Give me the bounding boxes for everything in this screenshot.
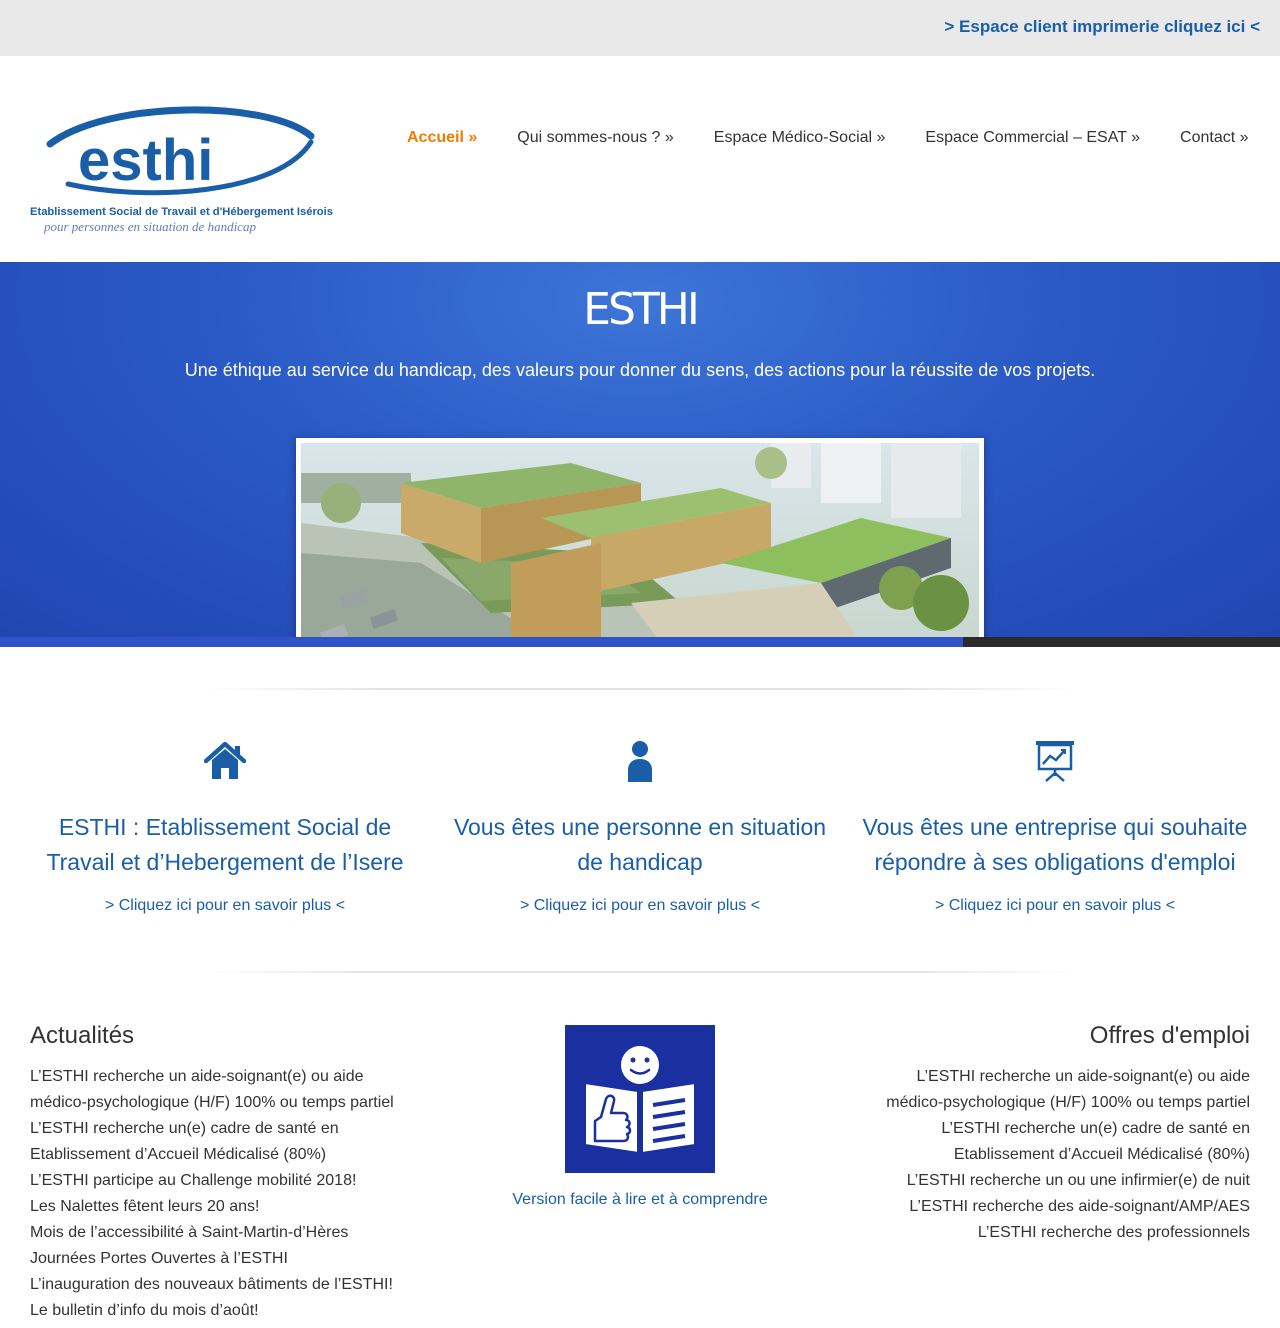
- news-link[interactable]: Le bulletin d’info du mois d’août!: [30, 1302, 259, 1319]
- list-item: L’ESTHI recherche des professionnels: [870, 1220, 1250, 1246]
- hero-title: ESTHI: [583, 284, 700, 335]
- list-item: L’ESTHI participe au Challenge mobilité …: [30, 1168, 410, 1194]
- jobs-list: L’ESTHI recherche un aide-soignant(e) ou…: [870, 1064, 1250, 1246]
- job-link[interactable]: L’ESTHI recherche des professionnels: [978, 1224, 1250, 1241]
- list-item: L’inauguration des nouveaux bâtiments de…: [30, 1272, 410, 1298]
- home-icon: [25, 738, 425, 784]
- feature-person-handicap: Vous êtes une personne en situation de h…: [440, 738, 840, 915]
- main-nav: Accueil » Qui sommes-nous ? » Espace Méd…: [407, 129, 1249, 147]
- presentation-chart-icon: [855, 738, 1255, 784]
- news-link[interactable]: Journées Portes Ouvertes à l’ESTHI: [30, 1250, 288, 1267]
- list-item: L’ESTHI recherche un(e) cadre de santé e…: [30, 1116, 410, 1168]
- list-item: Les Nalettes fêtent leurs 20 ans!: [30, 1194, 410, 1220]
- news-link[interactable]: L’ESTHI recherche un aide-soignant(e) ou…: [30, 1068, 394, 1111]
- esthi-logo[interactable]: esthi Etablissement Social de Travail et…: [28, 102, 333, 237]
- news-link[interactable]: Les Nalettes fêtent leurs 20 ans!: [30, 1198, 259, 1215]
- hero-building-image: [296, 438, 984, 637]
- job-link[interactable]: L’ESTHI recherche un(e) cadre de santé e…: [941, 1120, 1250, 1163]
- feature-title: Vous êtes une personne en situation de h…: [453, 814, 827, 875]
- nav-espace-commercial[interactable]: Espace Commercial – ESAT »: [925, 129, 1140, 147]
- list-item: L’ESTHI recherche un(e) cadre de santé e…: [870, 1116, 1250, 1168]
- list-item: Journées Portes Ouvertes à l’ESTHI: [30, 1246, 410, 1272]
- list-item: L’ESTHI recherche des aide-soignant/AMP/…: [870, 1194, 1250, 1220]
- news-list: L’ESTHI recherche un aide-soignant(e) ou…: [30, 1064, 410, 1324]
- feature-esthi: ESTHI : Etablissement Social de Travail …: [25, 738, 425, 915]
- person-icon: [440, 738, 840, 784]
- news-title: Actualités: [30, 1022, 135, 1049]
- svg-text:pour personnes en situation de: pour personnes en situation de handicap: [43, 219, 256, 234]
- section-divider: [205, 971, 1075, 973]
- feature-entreprise: Vous êtes une entreprise qui souhaite ré…: [855, 738, 1255, 915]
- hero-banner: ESTHI Une éthique au service du handicap…: [0, 262, 1280, 637]
- easy-read-icon: [584, 1046, 696, 1155]
- svg-text:Etablissement Social de Travai: Etablissement Social de Travail et d'Héb…: [30, 206, 333, 218]
- news-link[interactable]: L’ESTHI recherche un(e) cadre de santé e…: [30, 1120, 339, 1163]
- easy-read-link[interactable]: Version facile à lire et à comprendre: [440, 1191, 840, 1209]
- hero-subtitle: Une éthique au service du handicap, des …: [184, 360, 1096, 380]
- news-link[interactable]: Mois de l’accessibilité à Saint-Martin-d…: [30, 1224, 348, 1241]
- news-link[interactable]: L’ESTHI participe au Challenge mobilité …: [30, 1172, 356, 1189]
- client-space-link[interactable]: > Espace client imprimerie cliquez ici <: [944, 17, 1260, 37]
- easy-read-logo[interactable]: [565, 1025, 715, 1173]
- list-item: L’ESTHI recherche un aide-soignant(e) ou…: [30, 1064, 410, 1116]
- slider-progress-fill: [0, 637, 963, 647]
- feature-title: Vous êtes une entreprise qui souhaite ré…: [862, 814, 1248, 875]
- header: esthi Etablissement Social de Travail et…: [0, 56, 1280, 262]
- top-bar: > Espace client imprimerie cliquez ici <: [0, 0, 1280, 56]
- job-link[interactable]: L’ESTHI recherche des aide-soignant/AMP/…: [909, 1198, 1250, 1215]
- nav-qui-sommes-nous[interactable]: Qui sommes-nous ? »: [517, 129, 674, 147]
- job-link[interactable]: L’ESTHI recherche un ou une infirmier(e)…: [907, 1172, 1250, 1189]
- slider-progress-bar: [0, 637, 1280, 647]
- section-divider: [205, 688, 1075, 690]
- feature-more-link[interactable]: > Cliquez ici pour en savoir plus <: [25, 897, 425, 915]
- svg-text:esthi: esthi: [78, 128, 213, 193]
- jobs-title: Offres d'emploi: [1089, 1022, 1250, 1049]
- nav-accueil[interactable]: Accueil »: [407, 129, 477, 147]
- nav-espace-medico-social[interactable]: Espace Médico-Social »: [714, 129, 886, 147]
- list-item: L’ESTHI recherche un ou une infirmier(e)…: [870, 1168, 1250, 1194]
- news-link[interactable]: L’inauguration des nouveaux bâtiments de…: [30, 1276, 393, 1293]
- feature-title: ESTHI : Etablissement Social de Travail …: [46, 814, 404, 875]
- job-link[interactable]: L’ESTHI recherche un aide-soignant(e) ou…: [886, 1068, 1250, 1111]
- list-item: Mois de l’accessibilité à Saint-Martin-d…: [30, 1220, 410, 1246]
- nav-contact[interactable]: Contact »: [1180, 129, 1248, 147]
- feature-more-link[interactable]: > Cliquez ici pour en savoir plus <: [855, 897, 1255, 915]
- list-item: L’ESTHI recherche un aide-soignant(e) ou…: [870, 1064, 1250, 1116]
- list-item: Le bulletin d’info du mois d’août!: [30, 1298, 410, 1324]
- building-illustration: [301, 443, 979, 637]
- feature-more-link[interactable]: > Cliquez ici pour en savoir plus <: [440, 897, 840, 915]
